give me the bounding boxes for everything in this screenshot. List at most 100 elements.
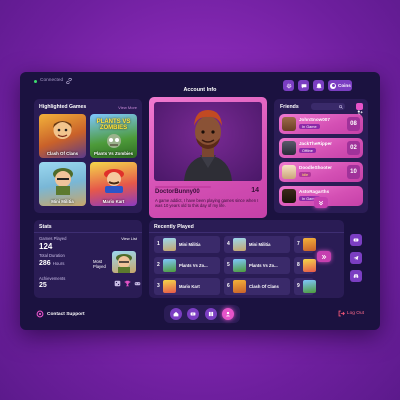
home-icon xyxy=(173,311,179,317)
most-played-label: Most Played xyxy=(93,259,106,270)
video-icon xyxy=(190,312,196,316)
bell-icon xyxy=(315,82,322,89)
recent-rank: 5 xyxy=(227,262,230,268)
zombie-art-icon xyxy=(107,134,121,148)
recent-game-item[interactable]: 9 xyxy=(294,278,316,295)
avatar xyxy=(282,165,296,179)
friend-count: 02 xyxy=(347,141,360,155)
divider xyxy=(34,232,142,233)
games-played-value: 124 xyxy=(39,242,53,251)
friend-count: 10 xyxy=(347,165,360,179)
search-icon xyxy=(339,104,343,109)
connection-status: Connected xyxy=(34,78,72,84)
recent-game-item[interactable]: 1 Mini Militia xyxy=(154,236,220,253)
friends-title: Friends xyxy=(280,104,299,110)
recent-game-item[interactable]: 5 Plants Vs Zo... xyxy=(224,257,290,274)
library-icon xyxy=(208,311,213,317)
nav-home[interactable] xyxy=(169,308,182,320)
friend-row[interactable]: JohnSnow007 In Game 08 xyxy=(279,114,363,134)
avatar xyxy=(154,102,262,181)
recent-thumb xyxy=(303,280,316,293)
discord-icon xyxy=(353,274,359,278)
recent-thumb xyxy=(163,280,176,293)
friend-count: 08 xyxy=(347,117,360,131)
game-name: Clash Of Clans xyxy=(46,151,79,156)
trophy-icon xyxy=(124,280,131,287)
logout-icon xyxy=(338,310,345,317)
pvz-logo-text: PLANTS VS ZOMBIES xyxy=(96,119,131,131)
add-friend-button[interactable] xyxy=(356,103,363,115)
total-duration-label: Total Duration xyxy=(39,253,65,258)
recent-rank: 3 xyxy=(157,283,160,289)
xp-progress-bar xyxy=(155,186,211,188)
game-card-clash[interactable]: Clash Of Clans xyxy=(39,114,86,158)
recent-rank: 1 xyxy=(157,241,160,247)
friend-row[interactable]: DoodleShooter Idle 10 xyxy=(279,162,363,182)
friend-name: DoodleShooter xyxy=(299,165,332,170)
status-badge: Idle xyxy=(299,172,312,177)
game-name: Mario Kart xyxy=(102,199,125,204)
clash-art-icon xyxy=(53,121,72,139)
recent-game-item[interactable]: 3 Mario Kart xyxy=(154,278,220,295)
settings-button[interactable] xyxy=(283,80,294,91)
game-card-pvz[interactable]: PLANTS VS ZOMBIES Plants Vs Zombies xyxy=(90,114,137,158)
recent-rank: 9 xyxy=(297,283,300,289)
status-text: Connected xyxy=(40,78,64,84)
recent-rank: 4 xyxy=(227,241,230,247)
recent-rank: 2 xyxy=(157,262,160,268)
recent-game-name: Mini Militia xyxy=(179,242,201,247)
recent-thumb xyxy=(163,259,176,272)
recent-thumb xyxy=(233,259,246,272)
friends-search-input[interactable] xyxy=(311,103,345,110)
games-played-label: Games Played xyxy=(39,236,67,241)
recent-game-item[interactable]: 7 xyxy=(294,236,316,253)
highlighted-games-panel: Highlighted Games View More Clash Of Cla… xyxy=(34,99,142,213)
view-more-link[interactable]: View More xyxy=(118,105,137,110)
friend-name: AstoRagarths xyxy=(299,189,330,194)
total-duration-unit: Hours xyxy=(52,261,65,266)
game-card-mario[interactable]: Mario Kart xyxy=(90,162,137,206)
divider xyxy=(149,232,344,233)
avatar xyxy=(282,189,296,203)
nav-library[interactable] xyxy=(204,308,217,320)
achievement-icons xyxy=(114,280,141,287)
account-level: 14 xyxy=(251,187,259,194)
chevron-right-double-icon xyxy=(321,254,327,259)
recent-game-item[interactable]: 6 Clash Of Clans xyxy=(224,278,290,295)
chat-icon xyxy=(301,83,306,88)
recent-game-item[interactable]: 4 Mini Militia xyxy=(224,236,290,253)
youtube-button[interactable] xyxy=(350,234,362,246)
coin-icon xyxy=(330,82,336,89)
friends-panel: Friends JohnSnow007 In Game 08 JackTheRi… xyxy=(274,99,368,213)
recent-game-item[interactable]: 8 xyxy=(294,257,316,274)
status-badge: In Game xyxy=(299,124,320,129)
header-actions: Coins xyxy=(283,80,352,91)
coins-button[interactable]: Coins xyxy=(328,80,352,91)
notifications-button[interactable] xyxy=(313,80,324,91)
friend-row[interactable]: JackTheRipper Offline 02 xyxy=(279,138,363,158)
recent-game-item[interactable]: 2 Plants Vs Zo... xyxy=(154,257,220,274)
game-card-militia[interactable]: Mini Militia xyxy=(39,162,86,206)
social-links xyxy=(350,234,362,282)
chevron-down-double-icon xyxy=(318,200,324,205)
stats-title: Stats xyxy=(39,224,52,230)
total-duration: 286 Hours xyxy=(39,260,64,267)
messages-button[interactable] xyxy=(298,80,309,91)
contact-support-label: Contact Support xyxy=(47,311,85,317)
scroll-down-button[interactable] xyxy=(314,197,328,208)
most-played-thumb[interactable] xyxy=(112,251,136,273)
nav-profile[interactable] xyxy=(222,308,235,320)
account-card: DoctorBunny00 14 A game addict, I have b… xyxy=(149,97,267,218)
friend-name: JohnSnow007 xyxy=(299,117,330,122)
militia-art-icon xyxy=(53,168,73,195)
telegram-button[interactable] xyxy=(350,252,362,264)
youtube-icon xyxy=(353,238,359,242)
scroll-right-button[interactable] xyxy=(317,251,331,262)
link-icon xyxy=(66,78,72,84)
nav-videos[interactable] xyxy=(187,308,200,320)
discord-button[interactable] xyxy=(350,270,362,282)
recent-game-name: Mini Militia xyxy=(249,242,271,247)
contact-support-button[interactable]: Contact Support xyxy=(36,310,85,318)
logout-button[interactable]: Log Out xyxy=(338,310,364,317)
view-list-link[interactable]: View List xyxy=(121,236,137,241)
